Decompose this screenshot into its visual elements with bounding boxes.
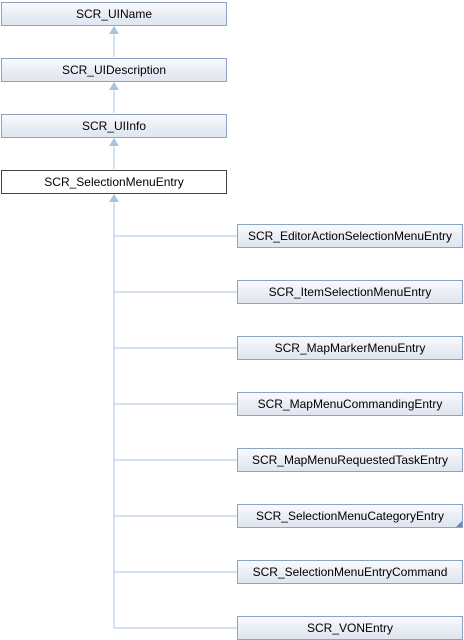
class-node-child[interactable]: SCR_MapMenuRequestedTaskEntry [237,448,463,472]
class-node-current: SCR_SelectionMenuEntry [1,170,227,194]
arrowhead-uiinfo [109,138,119,146]
arrowhead-selectionmenuentry [109,194,119,202]
class-node-uiname[interactable]: SCR_UIName [1,2,227,26]
expand-corner-icon [456,521,462,527]
inheritance-edges [109,26,237,629]
class-node-label: SCR_SelectionMenuCategoryEntry [255,509,445,523]
class-node-child[interactable]: SCR_VONEntry [237,616,463,640]
class-node-child-expandable[interactable]: SCR_SelectionMenuCategoryEntry [237,504,463,528]
class-node-child[interactable]: SCR_ItemSelectionMenuEntry [237,280,463,304]
class-node-uiinfo[interactable]: SCR_UIInfo [1,114,227,138]
class-node-child[interactable]: SCR_EditorActionSelectionMenuEntry [237,224,463,248]
arrowhead-uiname [109,26,119,34]
class-node-child[interactable]: SCR_SelectionMenuEntryCommand [237,560,463,584]
class-node-child[interactable]: SCR_MapMarkerMenuEntry [237,336,463,360]
arrowhead-uidescription [109,82,119,90]
class-node-uidescription[interactable]: SCR_UIDescription [1,58,227,82]
class-node-child[interactable]: SCR_MapMenuCommandingEntry [237,392,463,416]
